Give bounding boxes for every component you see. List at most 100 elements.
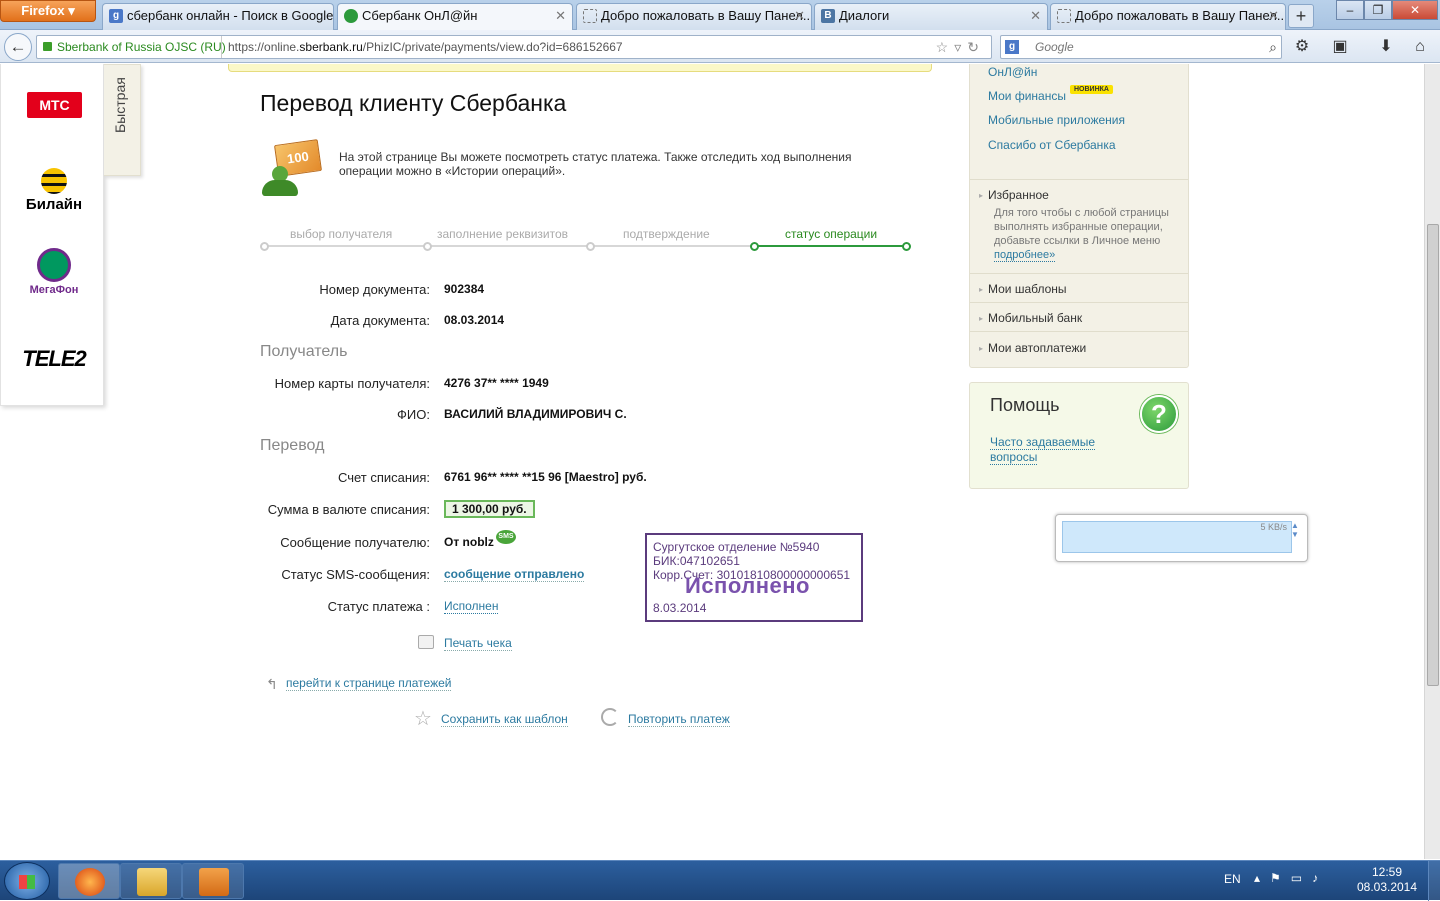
question-icon[interactable]: ? [1140,395,1178,433]
sms-icon: SMS [496,530,516,544]
favorites-description: Для того чтобы с любой страницы выполнят… [994,207,1169,262]
faq-link[interactable]: Часто задаваемые вопросы [990,435,1110,465]
divider [970,273,1188,274]
download-speed-widget[interactable]: 5 KB/s ▲ ▼ [1055,514,1308,562]
close-icon[interactable]: ✕ [1030,4,1041,28]
fio-label: ФИО: [397,407,430,422]
title-bar: Firefox ▾ g сбербанк онлайн - Поиск в Go… [0,0,1440,30]
tab-title: Сбербанк ОнЛ@йн [362,8,478,23]
back-button[interactable]: ← [4,33,32,61]
help-title: Помощь [990,395,1060,415]
close-icon[interactable]: ✕ [794,4,805,28]
bookmark-star-icon: ☆ [935,39,955,55]
beeline-logo[interactable]: Билайн [11,168,97,213]
help-box: Помощь ? Часто задаваемые вопросы [969,382,1189,489]
megafon-logo[interactable]: МегаФон [11,248,97,296]
back-to-payments-link[interactable]: перейти к странице платежей [286,674,452,692]
downloads-icon[interactable]: ⬇ [1376,37,1396,57]
arrows-icon[interactable]: ▲ ▼ [1291,521,1305,553]
taskbar-explorer[interactable] [120,863,182,899]
vk-icon: B [821,9,835,23]
tele2-logo[interactable]: TELE2 [11,346,97,372]
repeat-icon[interactable] [601,708,619,726]
sidebar-item-mobile-bank[interactable]: Мобильный банк [988,311,1082,325]
divider [970,302,1188,303]
url-actions[interactable]: ☆▿↻ [936,36,985,58]
site-identity[interactable]: Sberbank of Russia OJSC (RU) [41,36,226,58]
start-button[interactable] [4,862,50,900]
taskbar-media-player[interactable] [182,863,244,899]
chevron-down-icon: ▿ [954,39,968,55]
printer-icon[interactable] [418,635,434,649]
sidebar-link-my-finances[interactable]: Мои финансы [988,89,1066,104]
page-icon [583,9,597,23]
sidebar-link-mobile-apps[interactable]: Мобильные приложения [988,113,1125,128]
tab-sberbank[interactable]: Сбербанк ОнЛ@йн ✕ [337,3,573,30]
repeat-payment-link[interactable]: Повторить платеж [628,710,730,728]
speed-value: 5 KB/s [1260,522,1287,532]
account-label: Счет списания: [337,470,430,485]
language-indicator[interactable]: EN [1224,872,1241,886]
scroll-thumb[interactable] [1427,224,1439,686]
divider [970,179,1188,180]
payment-status-value[interactable]: Исполнен [444,599,499,614]
star-icon[interactable]: ☆ [414,706,432,731]
tab-welcome-panel-2[interactable]: Добро пожаловать в Вашу Панел... ✕ [1050,3,1286,30]
sidebar-link-spasibo[interactable]: Спасибо от Сбербанка [988,138,1116,153]
print-receipt-link[interactable]: Печать чека [444,634,512,652]
sms-status-link[interactable]: сообщение отправлено [444,567,585,582]
sidebar-link-online[interactable]: ОнЛ@йн [988,65,1037,80]
url-text[interactable]: https://online.sberbank.ru/PhizIC/privat… [221,36,623,58]
tray-icons[interactable]: ▴⚑▭♪ [1254,871,1328,885]
taskbar-firefox[interactable] [58,863,120,899]
search-icon[interactable]: ⌕ [1269,36,1277,58]
mts-logo[interactable]: МТС [27,92,82,118]
search-bar[interactable]: g Google ⌕ [1000,35,1282,59]
message-value: От noblz [444,535,494,549]
step-2-label: заполнение реквизитов [437,227,569,241]
quick-payment-tab[interactable]: Быстрая [104,64,141,176]
sidebar-item-templates[interactable]: Мои шаблоны [988,282,1067,296]
save-template-link[interactable]: Сохранить как шаблон [441,710,568,728]
taskbar: EN ▴⚑▭♪ 12:59 08.03.2014 [0,860,1440,901]
show-desktop-button[interactable] [1428,861,1440,901]
minimize-button[interactable]: – [1336,0,1364,20]
address-bar[interactable]: Sberbank of Russia OJSC (RU) https://onl… [36,35,992,59]
step-dot-active [750,242,759,251]
close-icon[interactable]: ✕ [1268,4,1279,28]
chevron-right-icon: ▸ [979,314,984,323]
search-input[interactable]: Google [1035,36,1074,58]
close-icon[interactable]: ✕ [555,4,566,28]
tab-welcome-panel[interactable]: Добро пожаловать в Вашу Панел... ✕ [576,3,812,30]
sidebar-item-autopayments[interactable]: Мои автоплатежи [988,341,1086,355]
home-icon[interactable]: ⌂ [1410,37,1430,57]
favorites-more-link[interactable]: подробнее» [994,249,1056,262]
maximize-button[interactable]: ❐ [1364,0,1392,20]
firefox-icon [75,868,105,896]
flag-icon: ⚑ [1270,871,1291,885]
bookmarks-icon[interactable]: ▣ [1330,37,1350,57]
amount-label: Сумма в валюте списания: [267,502,430,517]
tab-dialogs[interactable]: B Диалоги ✕ [814,3,1048,30]
amount-value: 1 300,00 руб. [444,500,535,518]
back-arrow-icon: ↰ [266,676,278,692]
google-icon[interactable]: g [1005,40,1019,54]
firefox-menu-button[interactable]: Firefox ▾ [0,0,96,22]
speed-graph: 5 KB/s [1062,521,1292,553]
tab-google-search[interactable]: g сбербанк онлайн - Поиск в Google [102,3,334,30]
page-content: МТС Билайн МегаФон TELE2 Быстрая Перевод… [0,64,1424,859]
addon-icon[interactable]: ⚙ [1292,37,1312,57]
clock[interactable]: 12:59 08.03.2014 [1350,865,1424,895]
operators-panel: МТС Билайн МегаФон TELE2 [0,64,104,406]
navigation-bar: ← Sberbank of Russia OJSC (RU) https://o… [0,30,1440,63]
step-track [266,245,756,247]
new-tab-button[interactable]: + [1288,4,1314,28]
step-dot-end [902,242,911,251]
divider [970,331,1188,332]
network-icon: ▭ [1290,871,1313,885]
close-window-button[interactable]: ✕ [1392,0,1438,20]
media-player-icon [199,868,229,896]
step-3-label: подтверждение [623,227,710,241]
vertical-scrollbar[interactable] [1424,64,1440,859]
sidebar-item-favorites[interactable]: Избранное [988,188,1049,202]
